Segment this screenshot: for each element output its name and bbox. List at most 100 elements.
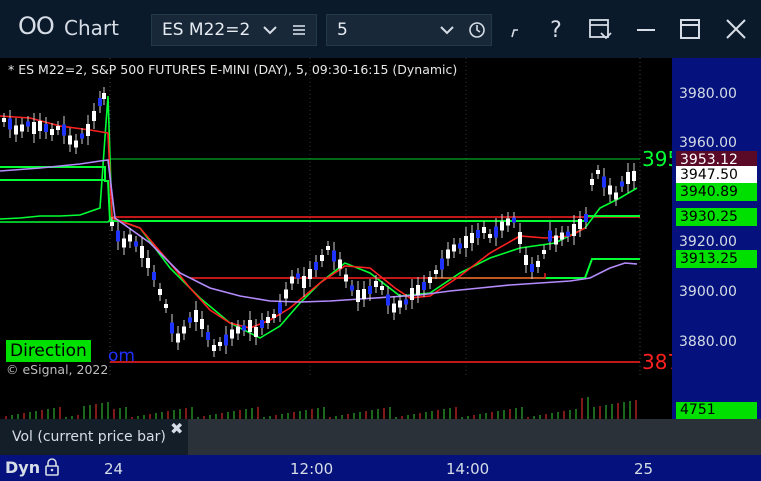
candle [218, 342, 222, 346]
candle [338, 259, 342, 269]
price-chart[interactable] [0, 58, 672, 378]
candle [212, 345, 216, 351]
svg-text:?: ? [550, 18, 562, 43]
volume-value: 4751 [676, 402, 757, 419]
template-icon[interactable] [584, 13, 616, 45]
candle [488, 234, 492, 238]
direction-label[interactable]: Direction [6, 340, 91, 362]
symbol-selector[interactable]: ES M22=2 [151, 14, 317, 46]
candle [440, 258, 444, 270]
candle [80, 133, 84, 139]
edge-label-top: 395 [642, 147, 672, 171]
chevron-down-icon[interactable] [262, 22, 278, 38]
candle [482, 227, 486, 233]
chart-title: * ES M22=2, S&P 500 FUTURES E-MINI (DAY)… [8, 62, 458, 77]
candle [566, 231, 570, 237]
close-icon[interactable]: ✖ [170, 419, 183, 438]
candle [86, 124, 90, 136]
candle [242, 325, 246, 331]
candle [56, 126, 60, 130]
candle [512, 217, 516, 223]
candle [626, 172, 630, 184]
candle [308, 269, 312, 279]
list-icon[interactable] [290, 21, 308, 39]
candle [392, 303, 396, 313]
maximize-icon[interactable] [674, 13, 706, 45]
candle [374, 281, 378, 287]
candle [176, 333, 180, 343]
volume-pane[interactable] [0, 392, 672, 420]
candle [26, 121, 30, 127]
close-icon[interactable] [720, 13, 752, 45]
candle [524, 255, 528, 265]
candle [332, 250, 336, 262]
volume-legend: Vol (current price bar) [12, 429, 166, 445]
candle [380, 286, 384, 290]
price-tag-green1: 3940.89 [676, 183, 757, 201]
candle [434, 270, 438, 274]
candle [278, 302, 282, 314]
candle [536, 261, 540, 267]
dyn-mode-label[interactable]: Dyn [5, 458, 40, 477]
oo-icon[interactable]: OO [18, 12, 55, 40]
candle [206, 332, 210, 340]
help-icon[interactable]: ? [540, 13, 572, 45]
y-tick: 3960.00 [679, 135, 737, 151]
candle [362, 289, 366, 299]
candle [320, 255, 324, 261]
volume-legend-strip [188, 419, 761, 455]
y-tick: 3920.00 [679, 234, 737, 250]
candle [290, 276, 294, 284]
candle [608, 185, 612, 195]
candle [50, 129, 54, 135]
candle [254, 327, 258, 337]
candle [326, 246, 330, 250]
chart-canvas[interactable] [0, 58, 672, 378]
candle [170, 322, 174, 334]
candle [602, 176, 606, 188]
purple-vwap-line [0, 159, 638, 303]
candle [518, 232, 522, 244]
candle [542, 250, 546, 254]
candle [116, 230, 120, 242]
candle [410, 288, 414, 300]
candle [530, 264, 534, 272]
candle [572, 224, 576, 236]
candle [296, 273, 300, 279]
price-tag-green3: 3913.25 [676, 250, 757, 268]
green-level-line [0, 166, 640, 222]
candle [110, 222, 114, 226]
candle [368, 286, 372, 294]
time-label: 25 [634, 460, 654, 478]
overlay-text: om [108, 346, 135, 366]
candle [188, 317, 192, 323]
candle [98, 98, 102, 106]
candle [158, 289, 162, 295]
clock-icon[interactable] [467, 20, 487, 40]
candle [494, 226, 498, 238]
candle [452, 244, 456, 252]
draw-icon[interactable] [502, 13, 534, 45]
lock-icon[interactable] [42, 457, 62, 477]
candle [74, 140, 78, 148]
candle [224, 334, 228, 346]
candle [122, 238, 126, 248]
candle [350, 285, 354, 291]
candle [470, 233, 474, 243]
candle [230, 329, 234, 339]
candle [302, 276, 306, 288]
candle [44, 124, 48, 132]
candle [38, 121, 42, 131]
candle [8, 118, 12, 130]
volume-bars [5, 397, 637, 420]
minimize-icon[interactable] [630, 13, 662, 45]
candle [428, 277, 432, 283]
interval-selector[interactable]: 5 [326, 14, 492, 46]
candle [584, 214, 588, 222]
candle [590, 179, 594, 185]
candle [32, 122, 36, 134]
chevron-down-icon[interactable] [439, 22, 455, 38]
interval-text: 5 [337, 20, 348, 40]
candle [2, 118, 6, 122]
candle [152, 272, 156, 280]
